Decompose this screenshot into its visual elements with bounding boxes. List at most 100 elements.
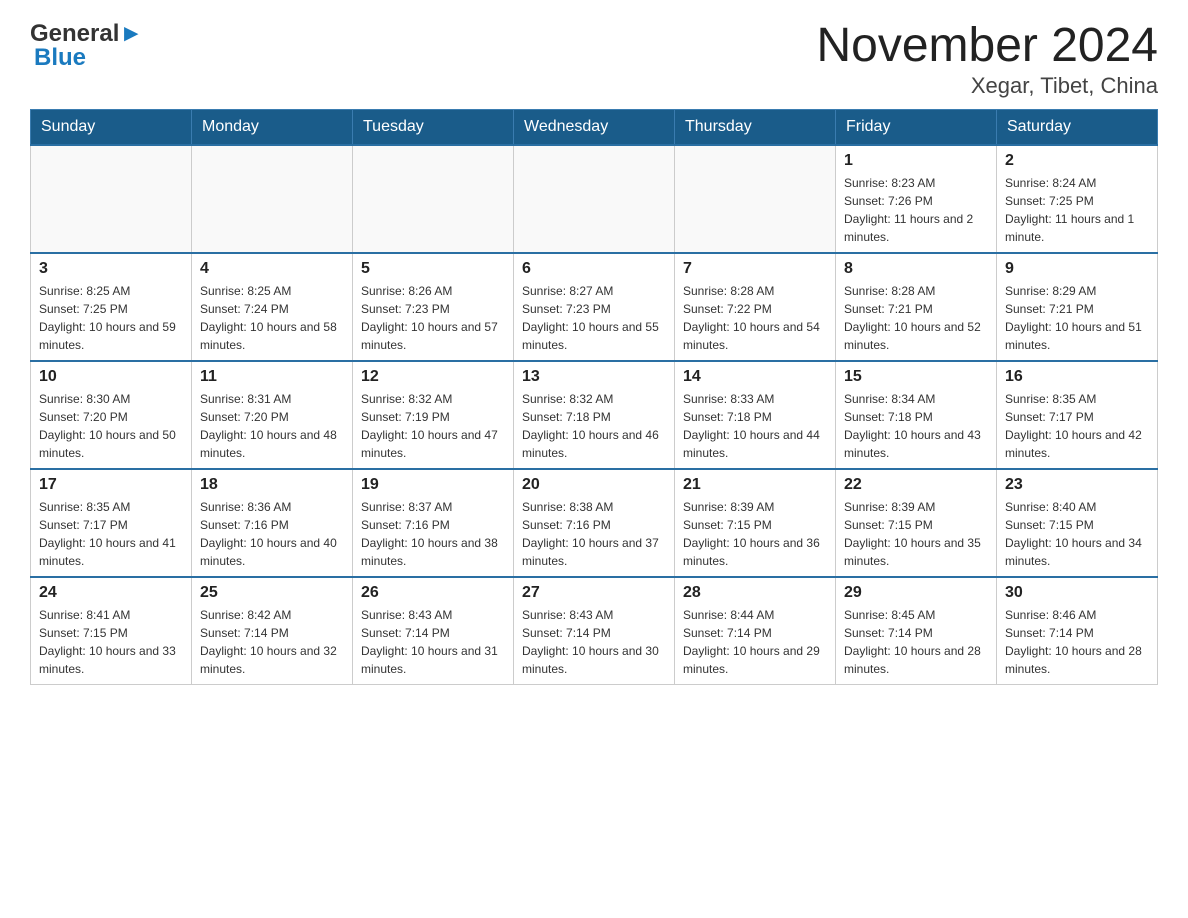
day-info: Sunrise: 8:34 AMSunset: 7:18 PMDaylight:… [844,390,988,462]
calendar-cell: 7Sunrise: 8:28 AMSunset: 7:22 PMDaylight… [675,253,836,361]
day-info: Sunrise: 8:25 AMSunset: 7:25 PMDaylight:… [39,282,183,354]
calendar-cell: 16 Sunrise: 8:35 AMSunset: 7:17 PMDayligh… [997,361,1158,469]
calendar-subtitle: Xegar, Tibet, China [816,73,1158,99]
calendar-week-row: 3 Sunrise: 8:25 AMSunset: 7:25 PMDaylight… [31,253,1158,361]
day-info: Sunrise: 8:40 AMSunset: 7:15 PMDaylight:… [1005,498,1149,570]
calendar-week-row: 1 Sunrise: 8:23 AMSunset: 7:26 PMDaylight… [31,145,1158,253]
day-number: 15 [844,368,988,386]
day-info: Sunrise: 8:26 AMSunset: 7:23 PMDaylight:… [361,282,505,354]
weekday-header-saturday: Saturday [997,109,1158,145]
calendar-cell [675,145,836,253]
calendar-cell: 8 Sunrise: 8:28 AMSunset: 7:21 PMDaylight… [836,253,997,361]
calendar-cell: 12 Sunrise: 8:32 AMSunset: 7:19 PMDayligh… [353,361,514,469]
calendar-cell: 18Sunrise: 8:36 AMSunset: 7:16 PMDayligh… [192,469,353,577]
calendar-cell: 4 Sunrise: 8:25 AMSunset: 7:24 PMDaylight… [192,253,353,361]
day-number: 22 [844,476,988,494]
calendar-cell: 22Sunrise: 8:39 AMSunset: 7:15 PMDayligh… [836,469,997,577]
day-number: 26 [361,584,505,602]
calendar-week-row: 17 Sunrise: 8:35 AMSunset: 7:17 PMDayligh… [31,469,1158,577]
calendar-cell: 3 Sunrise: 8:25 AMSunset: 7:25 PMDaylight… [31,253,192,361]
day-info: Sunrise: 8:29 AMSunset: 7:21 PMDaylight:… [1005,282,1149,354]
day-number: 29 [844,584,988,602]
weekday-header-tuesday: Tuesday [353,109,514,145]
calendar-cell: 17 Sunrise: 8:35 AMSunset: 7:17 PMDayligh… [31,469,192,577]
logo-blue-text: Blue [30,44,86,72]
calendar-cell: 11 Sunrise: 8:31 AMSunset: 7:20 PMDayligh… [192,361,353,469]
calendar-cell: 19 Sunrise: 8:37 AMSunset: 7:16 PMDayligh… [353,469,514,577]
calendar-week-row: 24 Sunrise: 8:41 AMSunset: 7:15 PMDayligh… [31,577,1158,685]
weekday-header-wednesday: Wednesday [514,109,675,145]
calendar-title: November 2024 [816,20,1158,73]
day-info: Sunrise: 8:35 AMSunset: 7:17 PMDaylight:… [1005,390,1149,462]
day-info: Sunrise: 8:32 AMSunset: 7:19 PMDaylight:… [361,390,505,462]
calendar-cell: 20Sunrise: 8:38 AMSunset: 7:16 PMDayligh… [514,469,675,577]
day-info: Sunrise: 8:25 AMSunset: 7:24 PMDaylight:… [200,282,344,354]
calendar-cell: 24 Sunrise: 8:41 AMSunset: 7:15 PMDayligh… [31,577,192,685]
calendar-cell: 29 Sunrise: 8:45 AMSunset: 7:14 PMDayligh… [836,577,997,685]
calendar-cell: 1 Sunrise: 8:23 AMSunset: 7:26 PMDaylight… [836,145,997,253]
day-number: 3 [39,260,183,278]
page-header: General► Blue November 2024 Xegar, Tibet… [30,20,1158,99]
day-info: Sunrise: 8:37 AMSunset: 7:16 PMDaylight:… [361,498,505,570]
day-number: 21 [683,476,827,494]
day-number: 9 [1005,260,1149,278]
day-info: Sunrise: 8:43 AMSunset: 7:14 PMDaylight:… [522,606,666,678]
weekday-header-thursday: Thursday [675,109,836,145]
weekday-header-row: SundayMondayTuesdayWednesdayThursdayFrid… [31,109,1158,145]
day-info: Sunrise: 8:45 AMSunset: 7:14 PMDaylight:… [844,606,988,678]
day-number: 28 [683,584,827,602]
calendar-cell: 15 Sunrise: 8:34 AMSunset: 7:18 PMDayligh… [836,361,997,469]
day-number: 16 [1005,368,1149,386]
calendar-cell: 14 Sunrise: 8:33 AMSunset: 7:18 PMDayligh… [675,361,836,469]
day-number: 25 [200,584,344,602]
day-info: Sunrise: 8:32 AMSunset: 7:18 PMDaylight:… [522,390,666,462]
calendar-cell: 23 Sunrise: 8:40 AMSunset: 7:15 PMDayligh… [997,469,1158,577]
day-info: Sunrise: 8:27 AMSunset: 7:23 PMDaylight:… [522,282,666,354]
title-block: November 2024 Xegar, Tibet, China [816,20,1158,99]
day-number: 24 [39,584,183,602]
day-number: 14 [683,368,827,386]
day-number: 13 [522,368,666,386]
calendar-cell [514,145,675,253]
day-info: Sunrise: 8:35 AMSunset: 7:17 PMDaylight:… [39,498,183,570]
calendar-cell [353,145,514,253]
calendar-cell: 28Sunrise: 8:44 AMSunset: 7:14 PMDayligh… [675,577,836,685]
calendar-cell: 26 Sunrise: 8:43 AMSunset: 7:14 PMDayligh… [353,577,514,685]
day-info: Sunrise: 8:38 AMSunset: 7:16 PMDaylight:… [522,498,666,570]
day-info: Sunrise: 8:41 AMSunset: 7:15 PMDaylight:… [39,606,183,678]
day-number: 6 [522,260,666,278]
calendar-table: SundayMondayTuesdayWednesdayThursdayFrid… [30,109,1158,685]
day-number: 12 [361,368,505,386]
weekday-header-friday: Friday [836,109,997,145]
day-info: Sunrise: 8:23 AMSunset: 7:26 PMDaylight:… [844,174,988,246]
calendar-cell [192,145,353,253]
day-number: 23 [1005,476,1149,494]
day-number: 19 [361,476,505,494]
calendar-cell: 5 Sunrise: 8:26 AMSunset: 7:23 PMDaylight… [353,253,514,361]
day-info: Sunrise: 8:36 AMSunset: 7:16 PMDaylight:… [200,498,344,570]
day-number: 10 [39,368,183,386]
weekday-header-monday: Monday [192,109,353,145]
day-number: 1 [844,152,988,170]
calendar-week-row: 10Sunrise: 8:30 AMSunset: 7:20 PMDayligh… [31,361,1158,469]
day-number: 17 [39,476,183,494]
calendar-cell: 6 Sunrise: 8:27 AMSunset: 7:23 PMDaylight… [514,253,675,361]
day-number: 27 [522,584,666,602]
calendar-cell: 21Sunrise: 8:39 AMSunset: 7:15 PMDayligh… [675,469,836,577]
calendar-cell [31,145,192,253]
day-info: Sunrise: 8:33 AMSunset: 7:18 PMDaylight:… [683,390,827,462]
calendar-cell: 2Sunrise: 8:24 AMSunset: 7:25 PMDaylight… [997,145,1158,253]
calendar-cell: 27 Sunrise: 8:43 AMSunset: 7:14 PMDayligh… [514,577,675,685]
day-info: Sunrise: 8:28 AMSunset: 7:22 PMDaylight:… [683,282,827,354]
day-number: 4 [200,260,344,278]
day-number: 30 [1005,584,1149,602]
calendar-cell: 9 Sunrise: 8:29 AMSunset: 7:21 PMDaylight… [997,253,1158,361]
weekday-header-sunday: Sunday [31,109,192,145]
day-number: 11 [200,368,344,386]
day-info: Sunrise: 8:28 AMSunset: 7:21 PMDaylight:… [844,282,988,354]
day-number: 8 [844,260,988,278]
day-number: 5 [361,260,505,278]
day-info: Sunrise: 8:43 AMSunset: 7:14 PMDaylight:… [361,606,505,678]
day-number: 2 [1005,152,1149,170]
day-info: Sunrise: 8:31 AMSunset: 7:20 PMDaylight:… [200,390,344,462]
